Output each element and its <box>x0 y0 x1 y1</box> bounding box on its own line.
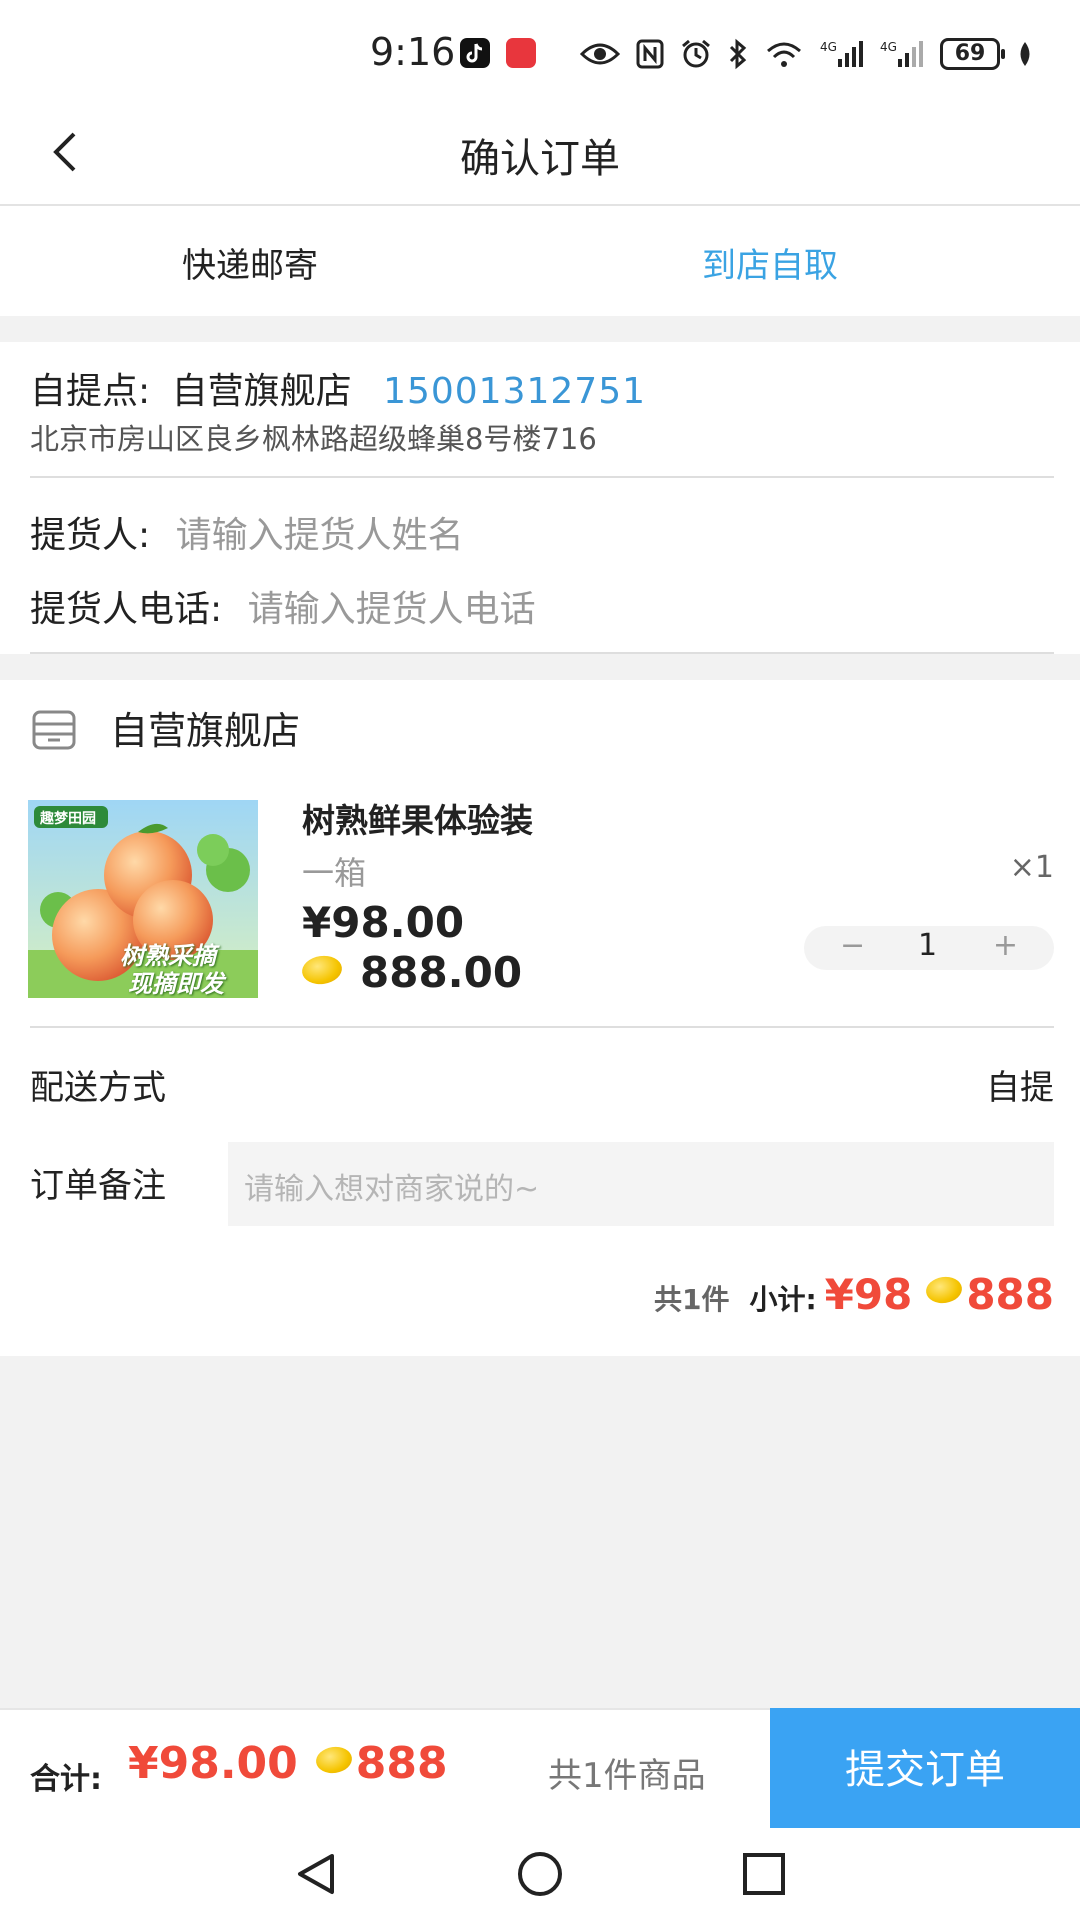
huawei-app-icon <box>506 38 536 68</box>
store-icon <box>32 710 76 750</box>
wifi-icon <box>767 42 801 67</box>
subtotal-coin: 888 <box>966 1270 1054 1319</box>
nav-bar: 确认订单 <box>0 100 1080 206</box>
product-spec: 一箱 <box>302 854 367 892</box>
delivery-tabs: 快递邮寄 到店自取 <box>0 206 1080 316</box>
delivery-method-value[interactable]: 自提 <box>986 1060 1054 1109</box>
receiver-phone-input[interactable]: 请输入提货人电话 <box>248 589 536 630</box>
subtotal-count: 共1件 <box>653 1283 730 1316</box>
submit-order-button[interactable]: 提交订单 <box>770 1708 1080 1830</box>
store-name: 自营旗舰店 <box>110 709 301 753</box>
pickup-point: 自提点: 自营旗舰店 15001312751 <box>30 362 646 414</box>
divider <box>30 476 1054 478</box>
receiver-row: 提货人: 请输入提货人姓名 <box>30 506 464 558</box>
increment-button[interactable]: + <box>993 928 1018 963</box>
pickup-section: 自提点: 自营旗舰店 15001312751 北京市房山区良乡枫林路超级蜂巢8号… <box>0 342 1080 654</box>
bluetooth-icon <box>729 38 747 70</box>
delivery-method-label: 配送方式 <box>30 1068 166 1108</box>
receiver-name-input[interactable]: 请输入提货人姓名 <box>176 515 464 556</box>
divider <box>30 652 1054 654</box>
product-price: ¥98.00 <box>302 898 465 947</box>
pickup-phone[interactable]: 15001312751 <box>383 371 646 412</box>
total-count: 共1件商品 <box>548 1756 706 1796</box>
eye-icon <box>580 43 620 65</box>
status-time: 9:16 <box>370 30 456 74</box>
receiver-label: 提货人: <box>30 515 151 556</box>
pickup-label: 自提点: <box>30 371 151 412</box>
order-note-placeholder: 请输入想对商家说的~ <box>244 1172 540 1207</box>
quantity-value[interactable]: 1 <box>918 928 937 963</box>
bottom-bar: 合计: ¥98.00 888 共1件商品 提交订单 <box>0 1708 1080 1830</box>
store-order-section: 自营旗舰店 趣梦田园 树熟采摘 现摘即发 树熟鲜果体验装 一箱 ×1 ¥98.0… <box>0 680 1080 1356</box>
tiktok-icon <box>460 38 490 68</box>
total-coin: 888 <box>355 1738 448 1789</box>
product-title: 树熟鲜果体验装 <box>302 801 533 840</box>
status-icons: 4G 4G 69 <box>580 36 1034 72</box>
image-brand-text: 趣梦田园 <box>40 811 96 827</box>
divider <box>30 1026 1054 1028</box>
nav-back-icon[interactable] <box>292 1850 340 1898</box>
subtotal-label: 小计: <box>749 1283 817 1316</box>
order-note-label: 订单备注 <box>30 1166 166 1206</box>
product-image[interactable]: 趣梦田园 树熟采摘 现摘即发 <box>28 800 258 998</box>
page-title: 确认订单 <box>460 136 620 182</box>
nfc-icon <box>636 39 664 69</box>
system-nav-bar <box>0 1828 1080 1920</box>
total-label: 合计: <box>30 1762 102 1797</box>
total-price: ¥98.00 <box>128 1738 298 1789</box>
coin-icon <box>314 1744 354 1776</box>
battery-icon: 69 <box>940 38 1005 70</box>
product-coin-value: 888.00 <box>360 948 523 997</box>
nav-recents-icon[interactable] <box>740 1850 788 1898</box>
receiver-phone-label: 提货人电话: <box>30 589 223 630</box>
coin-icon <box>300 952 344 987</box>
image-caption-2: 现摘即发 <box>128 970 224 998</box>
order-note-input[interactable]: 请输入想对商家说的~ <box>228 1142 1054 1226</box>
status-bar: 9:16 4G 4G 69 <box>0 0 1080 100</box>
nav-home-icon[interactable] <box>516 1850 564 1898</box>
total-amount: ¥98.00 888 <box>128 1738 448 1789</box>
signal-4g-icon: 4G <box>820 40 863 67</box>
tab-express-shipping[interactable]: 快递邮寄 <box>182 238 318 287</box>
pickup-address: 北京市房山区良乡枫林路超级蜂巢8号楼716 <box>30 422 597 456</box>
tab-store-pickup[interactable]: 到店自取 <box>702 238 838 287</box>
signal-4g-icon: 4G <box>880 40 923 67</box>
product-coin-price: 888.00 <box>300 948 523 997</box>
leaf-icon <box>1020 42 1030 66</box>
alarm-icon <box>682 39 710 68</box>
subtotal-row: 共1件 小计: ¥98 888 <box>654 1270 1054 1319</box>
svg-text:4G: 4G <box>820 40 837 54</box>
subtotal-price: ¥98 <box>824 1270 913 1319</box>
decrement-button[interactable]: − <box>840 928 865 963</box>
product-quantity-mark: ×1 <box>1009 850 1054 885</box>
pickup-store-name: 自营旗舰店 <box>171 371 352 412</box>
receiver-phone-row: 提货人电话: 请输入提货人电话 <box>30 580 536 632</box>
quantity-stepper: − 1 + <box>804 926 1054 970</box>
svg-text:4G: 4G <box>880 40 897 54</box>
coin-icon <box>924 1274 964 1306</box>
